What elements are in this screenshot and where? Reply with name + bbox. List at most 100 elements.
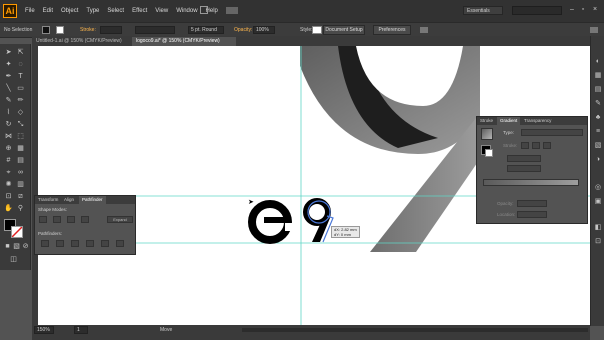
horizontal-scrollbar[interactable] bbox=[242, 328, 588, 332]
bridge-icon[interactable] bbox=[200, 6, 208, 14]
maximize-icon[interactable]: ▫ bbox=[579, 5, 587, 14]
opacity-label[interactable]: Opacity: bbox=[234, 26, 252, 34]
aspect-ratio-field[interactable] bbox=[507, 165, 541, 172]
stroke-option-1-icon[interactable] bbox=[521, 142, 529, 149]
stroke-panel-icon[interactable]: ≡ bbox=[594, 128, 602, 136]
angle-field[interactable] bbox=[507, 155, 541, 162]
pencil-tool-icon[interactable]: ✏ bbox=[16, 96, 25, 105]
zoom-tool-icon[interactable]: ⚲ bbox=[16, 204, 25, 213]
stroke-option-3-icon[interactable] bbox=[543, 142, 551, 149]
perspective-grid-tool-icon[interactable]: ▦ bbox=[16, 144, 25, 153]
tab-gradient[interactable]: Gradient bbox=[497, 117, 521, 125]
symbols-icon[interactable]: ♣ bbox=[594, 114, 602, 122]
location-field[interactable] bbox=[517, 211, 547, 218]
mesh-tool-icon[interactable]: # bbox=[4, 156, 13, 165]
color-panel-icon[interactable]: ◐ bbox=[594, 58, 602, 66]
tab-stroke[interactable]: Stroke bbox=[477, 117, 496, 125]
exclude-icon[interactable] bbox=[81, 216, 89, 223]
gradient-thumbnail[interactable] bbox=[481, 128, 493, 140]
scale-tool-icon[interactable]: ⤡ bbox=[16, 120, 25, 129]
pen-tool-icon[interactable]: ✒ bbox=[4, 72, 13, 81]
shape-builder-tool-icon[interactable]: ⊕ bbox=[4, 144, 13, 153]
document-setup-button[interactable]: Document Setup bbox=[323, 25, 365, 35]
panel-menu-icon[interactable] bbox=[590, 27, 598, 33]
tab-pathfinder[interactable]: Pathfinder bbox=[79, 196, 106, 204]
rectangle-tool-icon[interactable]: ▭ bbox=[16, 84, 25, 93]
none-mode-icon[interactable]: ⊘ bbox=[21, 242, 30, 251]
transparency-icon[interactable]: ◑ bbox=[594, 156, 602, 164]
artboard-number[interactable]: 1 bbox=[74, 326, 88, 334]
workspace-switcher[interactable]: Essentials bbox=[463, 6, 503, 15]
menu-edit[interactable]: Edit bbox=[43, 8, 53, 14]
menu-view[interactable]: View bbox=[155, 8, 168, 14]
variable-width-profile[interactable] bbox=[135, 26, 175, 34]
graphic-style-swatch[interactable] bbox=[312, 26, 322, 34]
arrange-documents-icon[interactable] bbox=[226, 7, 238, 14]
align-icon[interactable] bbox=[420, 27, 428, 33]
appearance-icon[interactable]: ◎ bbox=[594, 184, 602, 192]
menu-window[interactable]: Window bbox=[176, 8, 197, 14]
outline-icon[interactable] bbox=[101, 240, 109, 247]
stroke-swatch[interactable] bbox=[56, 26, 64, 34]
fill-swatch[interactable] bbox=[42, 26, 50, 34]
menu-select[interactable]: Select bbox=[107, 8, 124, 14]
tab-align[interactable]: Align bbox=[61, 196, 77, 204]
tab-logoco9[interactable]: logoco9.ai* @ 150% (CMYK/Preview) bbox=[132, 37, 236, 46]
layers-icon[interactable]: ◧ bbox=[594, 224, 602, 232]
lasso-tool-icon[interactable]: ◌ bbox=[16, 60, 25, 69]
trim-icon[interactable] bbox=[56, 240, 64, 247]
close-icon[interactable]: × bbox=[591, 5, 599, 14]
tab-transform[interactable]: Transform bbox=[35, 196, 61, 204]
draw-normal-icon[interactable]: ◫ bbox=[9, 255, 18, 264]
blend-tool-icon[interactable]: ∞ bbox=[16, 168, 25, 177]
tab-transparency[interactable]: Transparency bbox=[521, 117, 554, 125]
symbol-sprayer-tool-icon[interactable]: ✺ bbox=[4, 180, 13, 189]
blob-brush-tool-icon[interactable]: ⌇ bbox=[4, 108, 13, 117]
opacity-field[interactable]: 100% bbox=[253, 26, 275, 34]
gradient-slider[interactable] bbox=[483, 179, 579, 186]
gradient-panel-icon[interactable]: ▧ bbox=[594, 142, 602, 150]
eraser-tool-icon[interactable]: ◇ bbox=[16, 108, 25, 117]
crop-icon[interactable] bbox=[86, 240, 94, 247]
minimize-icon[interactable]: – bbox=[568, 5, 576, 14]
opacity-field[interactable] bbox=[517, 200, 547, 207]
tab-untitled[interactable]: Untitled-1.ai @ 150% (CMYK/Preview) bbox=[32, 37, 126, 46]
menu-type[interactable]: Type bbox=[86, 8, 99, 14]
paintbrush-tool-icon[interactable]: ✎ bbox=[4, 96, 13, 105]
swatches-icon[interactable]: ▤ bbox=[594, 86, 602, 94]
line-tool-icon[interactable]: ╲ bbox=[4, 84, 13, 93]
gradient-type-select[interactable] bbox=[521, 129, 583, 136]
intersect-icon[interactable] bbox=[67, 216, 75, 223]
color-mode-icon[interactable]: ■ bbox=[3, 242, 12, 251]
stroke-label[interactable]: Stroke: bbox=[80, 26, 96, 34]
preferences-button[interactable]: Preferences bbox=[373, 25, 411, 35]
type-tool-icon[interactable]: T bbox=[16, 72, 25, 81]
expand-button[interactable]: Expand bbox=[107, 216, 133, 223]
artboards-icon[interactable]: ⊡ bbox=[594, 238, 602, 246]
search-input[interactable] bbox=[512, 6, 562, 15]
rotate-tool-icon[interactable]: ↻ bbox=[4, 120, 13, 129]
stroke-weight-field[interactable] bbox=[100, 26, 122, 34]
eyedropper-tool-icon[interactable]: ⌖ bbox=[4, 168, 13, 177]
slice-tool-icon[interactable]: ⧄ bbox=[16, 192, 25, 201]
artboard-tool-icon[interactable]: ⊡ bbox=[4, 192, 13, 201]
unite-icon[interactable] bbox=[39, 216, 47, 223]
menu-object[interactable]: Object bbox=[61, 8, 78, 14]
brushes-icon[interactable]: ✎ bbox=[594, 100, 602, 108]
graphic-styles-icon[interactable]: ▣ bbox=[594, 198, 602, 206]
merge-icon[interactable] bbox=[71, 240, 79, 247]
width-tool-icon[interactable]: ⋈ bbox=[4, 132, 13, 141]
free-transform-tool-icon[interactable]: ⬚ bbox=[16, 132, 25, 141]
brush-definition[interactable]: 5 pt. Round bbox=[188, 26, 224, 34]
gradient-mode-icon[interactable]: ▧ bbox=[12, 242, 21, 251]
menu-effect[interactable]: Effect bbox=[132, 8, 147, 14]
selection-tool-icon[interactable]: ➤ bbox=[4, 48, 13, 57]
magic-wand-tool-icon[interactable]: ✦ bbox=[4, 60, 13, 69]
minus-front-icon[interactable] bbox=[53, 216, 61, 223]
minus-back-icon[interactable] bbox=[116, 240, 124, 247]
divide-icon[interactable] bbox=[41, 240, 49, 247]
gradient-stroke-swatch[interactable] bbox=[485, 149, 493, 157]
hand-tool-icon[interactable]: ✋ bbox=[4, 204, 13, 213]
menu-file[interactable]: File bbox=[25, 8, 35, 14]
color-guide-icon[interactable]: ▦ bbox=[594, 72, 602, 80]
